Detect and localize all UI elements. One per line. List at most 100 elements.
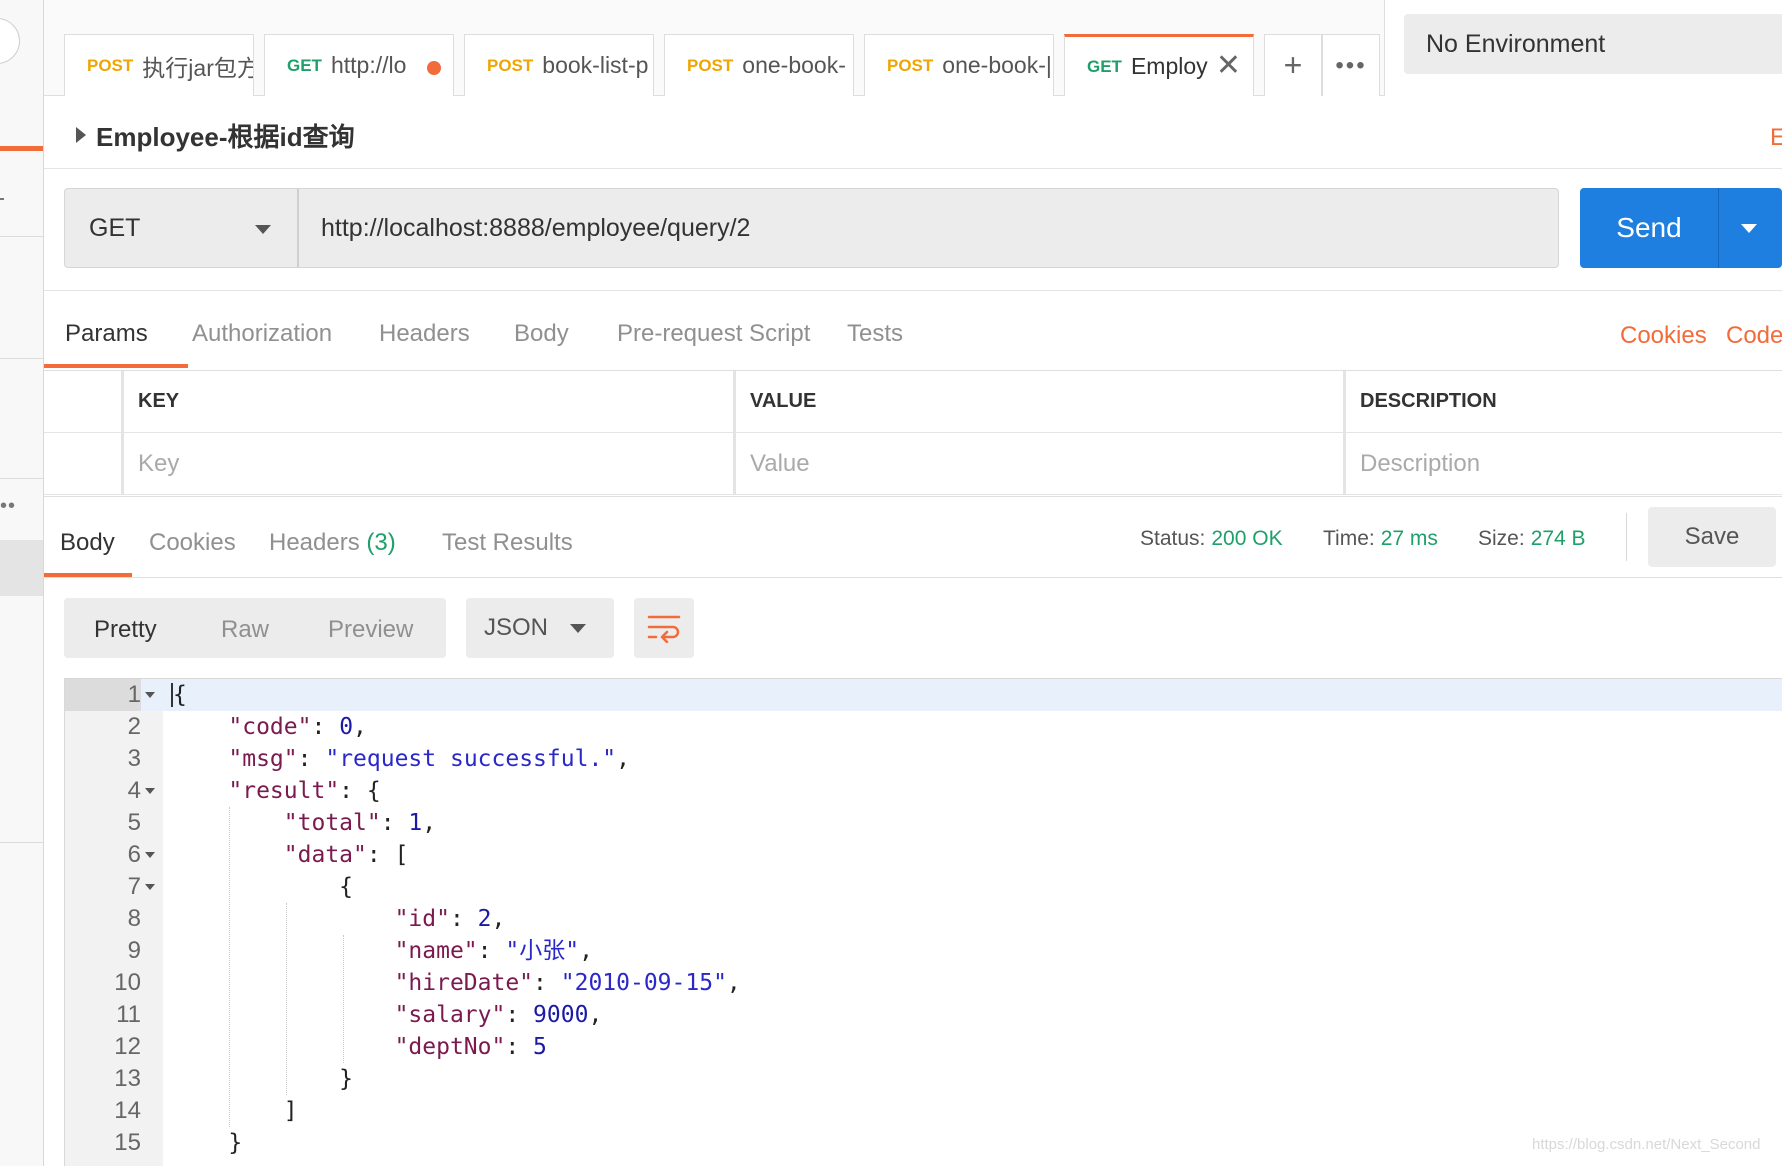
code-line: 15 } (65, 1127, 1782, 1159)
tab-headers[interactable]: Headers (379, 320, 470, 348)
code-line: 14 ] (65, 1095, 1782, 1127)
request-tab-active[interactable]: GET Employ ✕ (1064, 34, 1254, 96)
request-tab[interactable]: POST 执行jar包方 (64, 34, 254, 96)
request-tab[interactable]: POST one-book-| (864, 34, 1054, 96)
send-dropdown-button[interactable] (1718, 188, 1782, 268)
view-raw[interactable]: Raw (221, 616, 269, 644)
table-cell (44, 371, 124, 433)
response-bar: Body Cookies Headers (3) Test Results St… (44, 496, 1782, 578)
wrap-lines-button[interactable] (634, 598, 694, 658)
response-body-editor[interactable]: 1 { 2 "code": 0, 3 "msg": "request succe… (64, 678, 1782, 1166)
more-icon: ••• (1335, 51, 1367, 79)
request-title[interactable]: Employee-根据id查询 (96, 117, 355, 154)
tab-options-button[interactable]: ••• (1322, 34, 1380, 96)
url-value: http://localhost:8888/employee/query/2 (321, 213, 751, 242)
tab-method: GET (287, 55, 322, 75)
line-number: 7 (127, 873, 141, 900)
save-response-button[interactable]: Save (1648, 507, 1776, 567)
response-tab-headers[interactable]: Headers (3) (269, 529, 396, 557)
code-text: "data": [ (283, 842, 409, 868)
line-number: 14 (114, 1097, 141, 1124)
params-table: KEY VALUE DESCRIPTION Key Value Descript… (44, 370, 1782, 495)
fold-arrow-icon[interactable] (145, 692, 155, 698)
examples-link-edge[interactable]: E (1770, 124, 1782, 152)
code-text: { (173, 682, 187, 708)
tab-authorization[interactable]: Authorization (192, 320, 332, 348)
value-placeholder: Value (750, 449, 810, 477)
view-mode-group: Pretty Raw Preview (64, 598, 446, 658)
tab-label: one-book-| (942, 52, 1052, 78)
method-select[interactable]: GET (64, 188, 298, 268)
request-tab[interactable]: POST book-list-p (464, 34, 654, 96)
code-line: 4 "result": { (65, 775, 1782, 807)
headers-count: (3) (366, 529, 396, 556)
cookies-link[interactable]: Cookies (1620, 322, 1707, 350)
description-input[interactable]: Description (1346, 433, 1782, 495)
line-number: 15 (114, 1129, 141, 1156)
search-circle-icon[interactable] (0, 18, 20, 64)
fold-arrow-icon[interactable] (145, 788, 155, 794)
environment-label: No Environment (1426, 29, 1606, 58)
more-icon[interactable]: •• (0, 496, 16, 516)
code-line: 10 "hireDate": "2010-09-15", (65, 967, 1782, 999)
response-tab-test-results[interactable]: Test Results (442, 529, 573, 557)
code-text: } (173, 1130, 243, 1156)
header-label: VALUE (750, 390, 817, 412)
caret-right-icon[interactable] (76, 127, 86, 143)
divider (1384, 0, 1385, 96)
line-number: 5 (127, 809, 141, 836)
description-placeholder: Description (1360, 449, 1481, 477)
header-label: KEY (138, 390, 180, 412)
divider (1626, 513, 1627, 561)
size-value: 274 B (1530, 527, 1586, 550)
unsaved-dot-icon (427, 61, 441, 75)
value-input[interactable]: Value (736, 433, 1346, 495)
status-readout: Status: 200 OK (1140, 527, 1283, 551)
key-input[interactable]: Key (124, 433, 736, 495)
time-readout: Time: 27 ms (1323, 527, 1438, 551)
size-label: Size: (1478, 527, 1525, 550)
code-text: "name": "小张", (394, 938, 593, 964)
send-button[interactable]: Send (1580, 188, 1718, 268)
fold-arrow-icon[interactable] (145, 884, 155, 890)
time-value: 27 ms (1380, 527, 1438, 550)
view-preview[interactable]: Preview (328, 616, 413, 644)
line-number: 3 (127, 745, 141, 772)
line-number: 4 (127, 777, 141, 804)
request-title-row: Employee-根据id查询 (44, 97, 1782, 169)
code-line: 1 { (65, 679, 1782, 711)
tab-method: POST (87, 55, 134, 75)
environment-select[interactable]: No Environment (1404, 14, 1782, 74)
tab-params[interactable]: Params (65, 320, 148, 348)
fold-arrow-icon[interactable] (145, 852, 155, 858)
sidebar-tick (0, 198, 4, 200)
line-number: 13 (114, 1065, 141, 1092)
sidebar-selected-item[interactable] (0, 540, 43, 596)
tab-pre-request-script[interactable]: Pre-request Script (617, 320, 810, 348)
code-link[interactable]: Code (1726, 322, 1782, 350)
new-tab-button[interactable]: + (1264, 34, 1322, 96)
code-text: } (173, 1066, 354, 1092)
code-line: 2 "code": 0, (65, 711, 1782, 743)
size-readout: Size: 274 B (1478, 527, 1586, 551)
request-tab[interactable]: GET http://lo (264, 34, 454, 96)
code-line: 3 "msg": "request successful.", (65, 743, 1782, 775)
chevron-down-icon (570, 624, 586, 633)
url-input[interactable]: http://localhost:8888/employee/query/2 (297, 188, 1559, 268)
view-pretty[interactable]: Pretty (94, 616, 157, 644)
close-icon[interactable]: ✕ (1216, 51, 1241, 81)
tab-label: one-book- (742, 52, 846, 78)
code-line: 12 "deptNo": 5 (65, 1031, 1782, 1063)
line-number: 11 (116, 1001, 141, 1028)
tab-body[interactable]: Body (514, 320, 569, 348)
line-number: 2 (127, 713, 141, 740)
format-select[interactable]: JSON (466, 598, 614, 658)
tab-tests[interactable]: Tests (847, 320, 903, 348)
line-number: 10 (114, 969, 141, 996)
chevron-down-icon (255, 225, 271, 234)
response-tab-cookies[interactable]: Cookies (149, 529, 236, 557)
tab-method: GET (1087, 56, 1122, 76)
response-tab-body[interactable]: Body (60, 529, 115, 557)
request-tab[interactable]: POST one-book- (664, 34, 854, 96)
header-label: DESCRIPTION (1360, 390, 1497, 412)
